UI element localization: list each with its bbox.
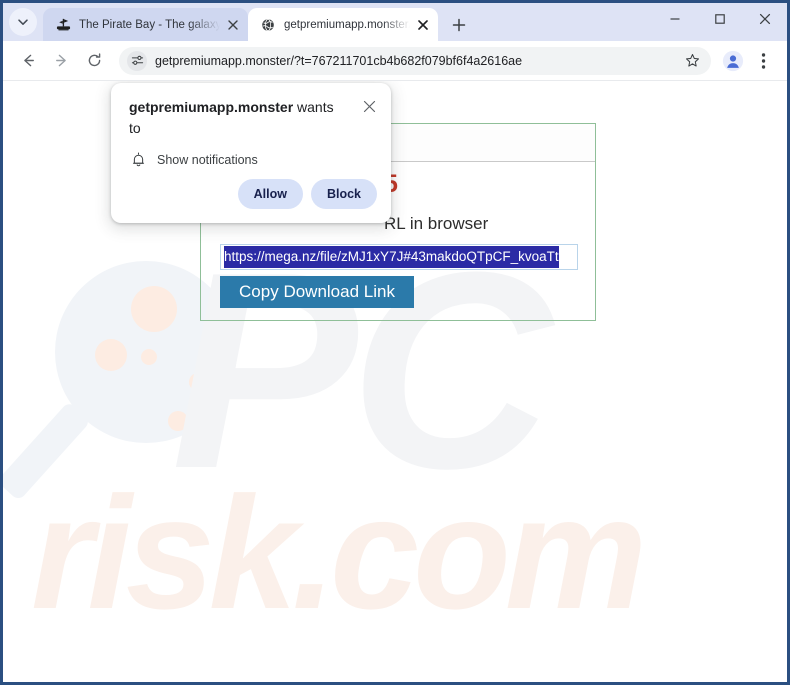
- download-instruction-text: RL in browser: [384, 214, 489, 233]
- watermark-dot: [141, 349, 157, 365]
- permission-actions: Allow Block: [237, 179, 377, 209]
- new-tab-button[interactable]: [442, 8, 476, 41]
- forward-arrow-icon[interactable]: [46, 46, 76, 76]
- tab-close-icon[interactable]: [414, 16, 432, 34]
- pirate-ship-icon: [55, 17, 71, 33]
- address-bar[interactable]: getpremiumapp.monster/?t=767211701cb4b68…: [119, 46, 711, 75]
- copy-download-link-button[interactable]: Copy Download Link: [220, 276, 414, 308]
- page-viewport: PC risk.com dy... 5 RL in browser https:…: [3, 81, 787, 682]
- globe-icon: [260, 17, 276, 33]
- minimize-button[interactable]: [652, 3, 697, 35]
- tab-strip: The Pirate Bay - The galaxy's m getpremi…: [3, 3, 787, 41]
- close-icon[interactable]: [359, 96, 379, 116]
- bell-icon: [129, 151, 147, 169]
- allow-button[interactable]: Allow: [237, 179, 303, 209]
- tab-title: getpremiumapp.monster/?t=76: [284, 18, 410, 31]
- close-button[interactable]: [742, 3, 787, 35]
- account-avatar-icon[interactable]: [719, 47, 747, 75]
- permission-label: Show notifications: [157, 153, 258, 167]
- tab-pirate-bay[interactable]: The Pirate Bay - The galaxy's m: [43, 8, 248, 41]
- tune-sliders-icon[interactable]: [127, 50, 147, 71]
- back-arrow-icon[interactable]: [13, 46, 43, 76]
- tab-getpremiumapp[interactable]: getpremiumapp.monster/?t=76: [248, 8, 438, 41]
- tab-search-chevron-down-icon[interactable]: [9, 8, 37, 36]
- watermark-dot: [168, 411, 188, 431]
- permission-popup-title: getpremiumapp.monster wants to: [129, 97, 344, 139]
- browser-toolbar: getpremiumapp.monster/?t=767211701cb4b68…: [3, 41, 787, 81]
- notification-permission-popup: getpremiumapp.monster wants to Show noti…: [111, 83, 391, 223]
- tab-search-area: [3, 3, 43, 41]
- star-icon[interactable]: [679, 53, 705, 68]
- address-bar-url: getpremiumapp.monster/?t=767211701cb4b68…: [155, 53, 523, 68]
- watermark-dot: [95, 339, 127, 371]
- browser-window: The Pirate Bay - The galaxy's m getpremi…: [0, 0, 790, 685]
- reload-arrow-icon[interactable]: [79, 46, 109, 76]
- three-dots-icon[interactable]: [749, 47, 777, 75]
- watermark-dot: [131, 286, 177, 332]
- magnifying-glass-handle: [3, 400, 92, 502]
- window-controls: [652, 3, 787, 41]
- block-button[interactable]: Block: [310, 179, 377, 209]
- permission-row: Show notifications: [129, 151, 258, 169]
- tab-close-icon[interactable]: [224, 16, 242, 34]
- watermark-dot: [189, 373, 207, 391]
- tab-title: The Pirate Bay - The galaxy's m: [79, 18, 220, 31]
- download-url-input[interactable]: https://mega.nz/file/zMJ1xY7J#43makdoQTp…: [220, 244, 578, 270]
- download-url-value: https://mega.nz/file/zMJ1xY7J#43makdoQTp…: [224, 246, 559, 268]
- maximize-button[interactable]: [697, 3, 742, 35]
- permission-popup-domain: getpremiumapp.monster: [129, 99, 294, 115]
- watermark-brand-bottom: risk.com: [31, 463, 647, 642]
